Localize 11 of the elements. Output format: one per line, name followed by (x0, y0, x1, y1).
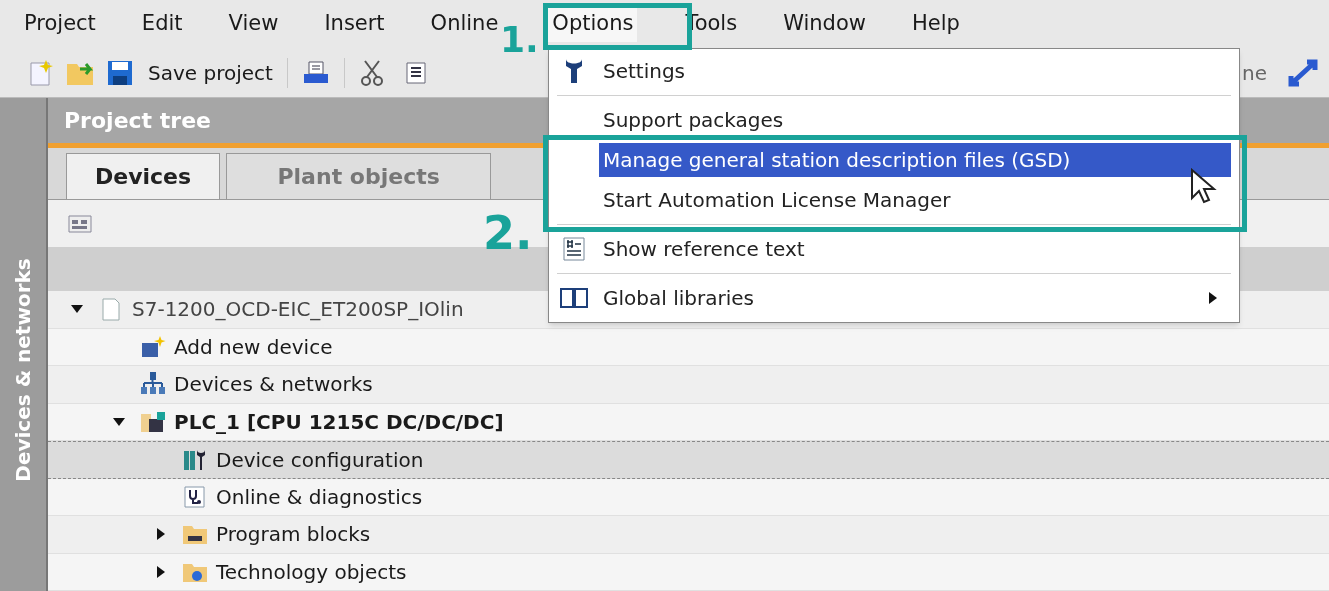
tree-item-label: Device configuration (216, 446, 424, 474)
tree-item-label: Technology objects (216, 558, 407, 586)
tree-item-label: S7-1200_OCD-EIC_ET200SP_IOlin (132, 296, 464, 324)
panel-title: Project tree (64, 106, 211, 135)
tree-item-label: Online & diagnostics (216, 483, 423, 511)
tree-item-label: Program blocks (216, 521, 371, 549)
tree-item-label: PLC_1 [CPU 1215C DC/DC/DC] (174, 408, 504, 436)
step-number: 1. (500, 22, 539, 58)
step-number: 2. (483, 210, 533, 256)
tree-item-label: Add new device (174, 333, 333, 361)
tree-item-label: Devices & networks (174, 371, 373, 399)
